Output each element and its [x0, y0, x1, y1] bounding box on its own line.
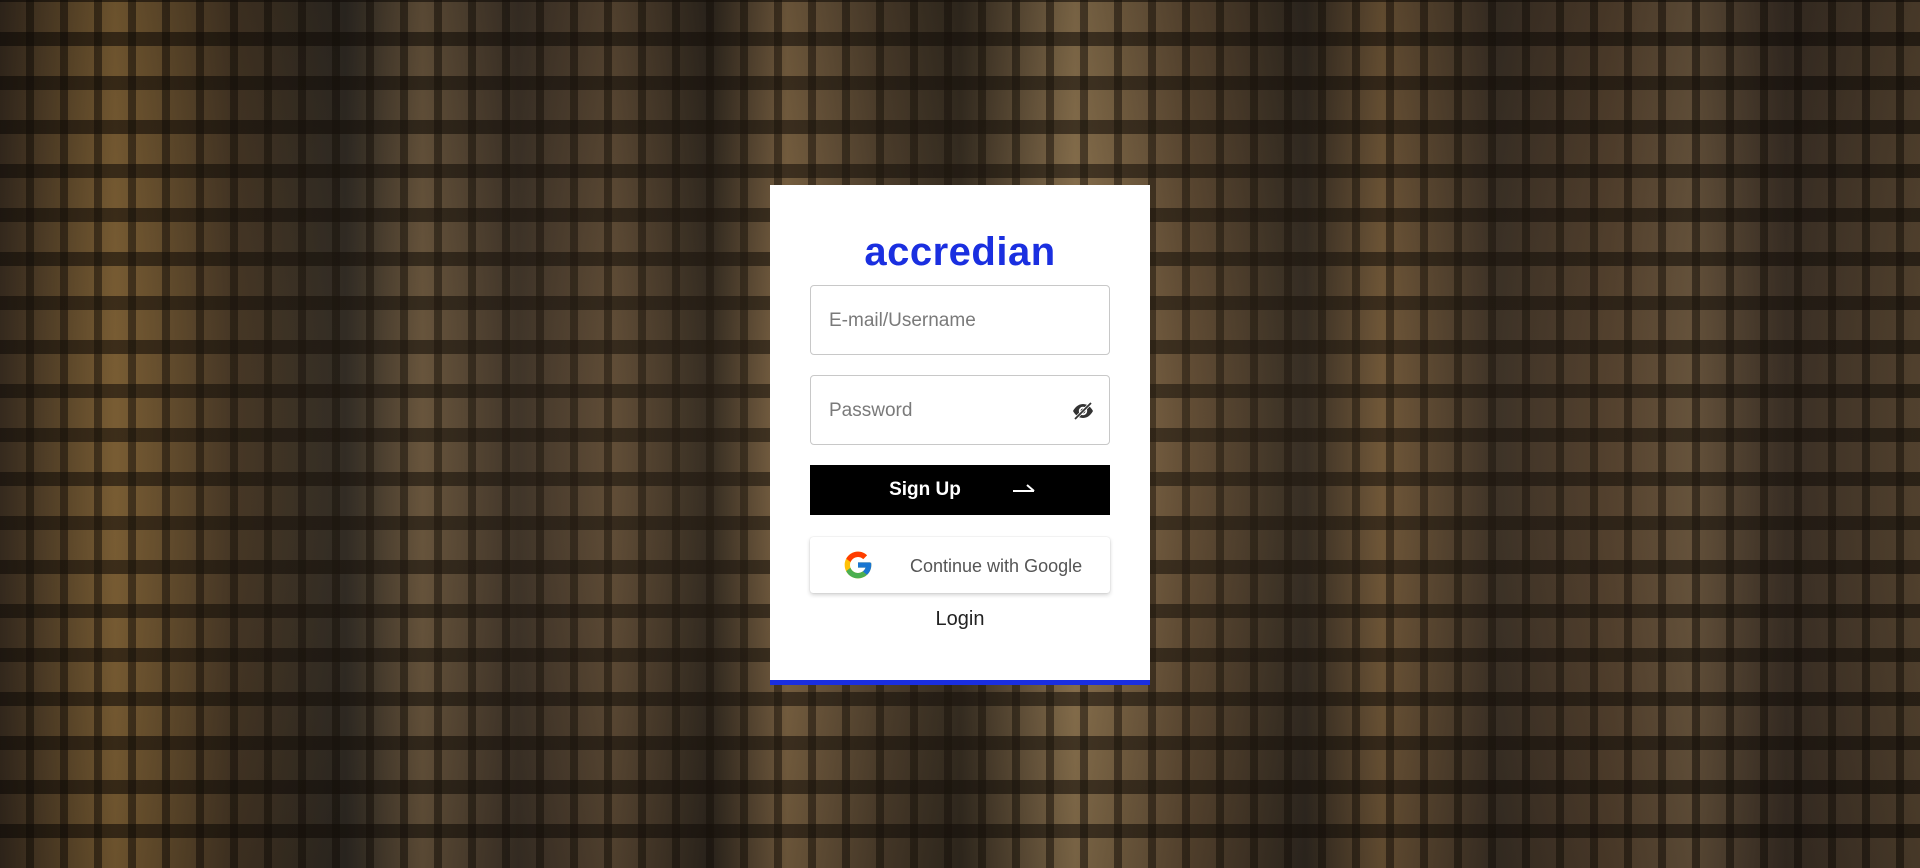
brand-logo: accredian — [864, 230, 1056, 274]
google-icon — [844, 551, 872, 579]
password-field[interactable] — [810, 375, 1110, 446]
email-input[interactable] — [827, 286, 1071, 356]
continue-with-google-button[interactable]: Continue with Google — [810, 537, 1110, 593]
google-button-label: Continue with Google — [910, 556, 1083, 576]
password-input[interactable] — [827, 376, 1071, 446]
email-field[interactable] — [810, 285, 1110, 356]
sign-up-button[interactable]: Sign Up — [810, 465, 1110, 515]
arrow-right-icon — [1013, 484, 1035, 492]
signup-card: accredian Sign Up Continue with Google L… — [770, 185, 1150, 685]
sign-up-label: Sign Up — [889, 479, 961, 500]
eye-off-icon[interactable] — [1071, 399, 1095, 423]
login-link[interactable]: Login — [770, 608, 1150, 631]
